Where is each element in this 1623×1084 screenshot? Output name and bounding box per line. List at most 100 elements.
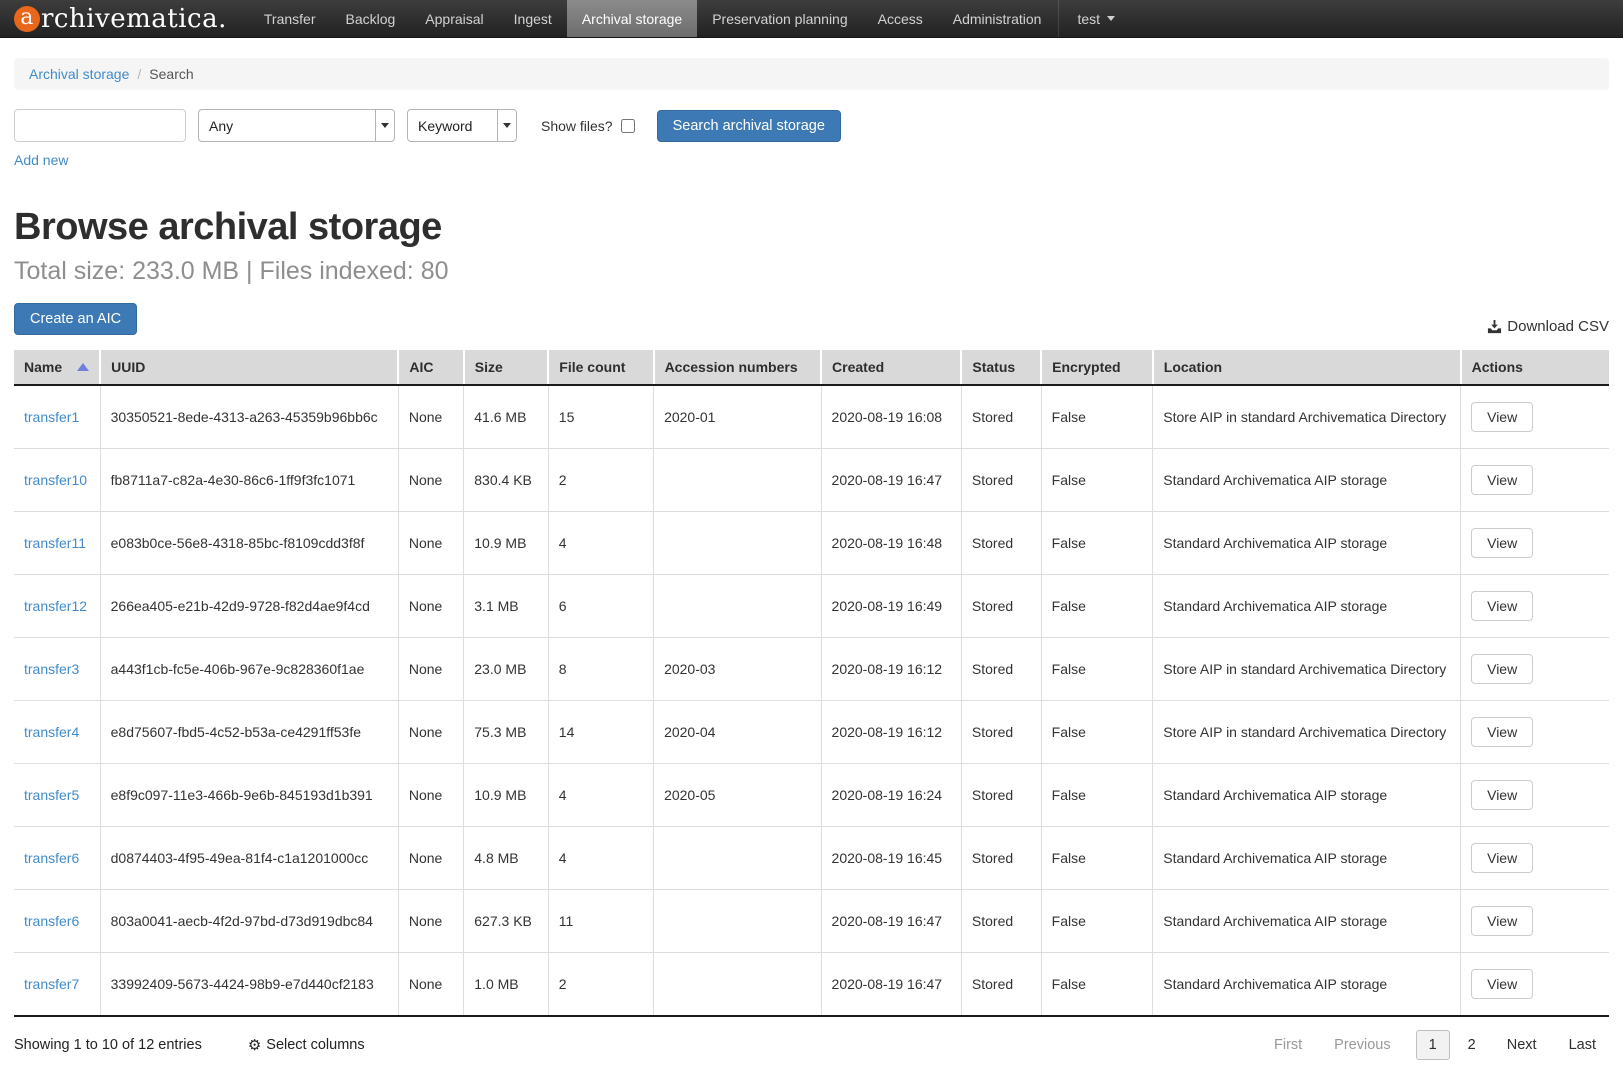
size-cell: 3.1 MB xyxy=(464,575,549,638)
created-cell: 2020-08-19 16:24 xyxy=(821,764,961,827)
view-button[interactable]: View xyxy=(1471,591,1533,621)
created-cell: 2020-08-19 16:45 xyxy=(821,827,961,890)
uuid-cell: d0874403-4f95-49ea-81f4-c1a1201000cc xyxy=(100,827,398,890)
actions-cell: View xyxy=(1461,701,1609,764)
actions-cell: View xyxy=(1461,764,1609,827)
download-icon xyxy=(1487,319,1502,334)
transfer-link[interactable]: transfer5 xyxy=(24,787,79,803)
breadcrumb-archival-storage-link[interactable]: Archival storage xyxy=(29,66,129,82)
select-dropdown-button[interactable] xyxy=(375,110,394,141)
aic-cell: None xyxy=(398,449,463,512)
view-button[interactable]: View xyxy=(1471,465,1533,495)
location-cell: Standard Archivematica AIP storage xyxy=(1153,953,1461,1017)
column-header-name[interactable]: Name xyxy=(14,350,100,385)
aic-cell: None xyxy=(398,385,463,449)
navbar: archivematica. TransferBacklogAppraisalI… xyxy=(0,0,1623,38)
user-menu[interactable]: test xyxy=(1058,0,1133,37)
add-new-link[interactable]: Add new xyxy=(14,152,68,168)
search-archival-storage-button[interactable]: Search archival storage xyxy=(657,110,841,142)
transfer-link[interactable]: transfer4 xyxy=(24,724,79,740)
pagination-page-2[interactable]: 2 xyxy=(1456,1031,1488,1059)
transfer-link[interactable]: transfer6 xyxy=(24,913,79,929)
nav-item-backlog[interactable]: Backlog xyxy=(330,0,410,37)
download-csv-link[interactable]: Download CSV xyxy=(1487,318,1609,335)
uuid-cell: e8d75607-fbd5-4c52-b53a-ce4291ff53fe xyxy=(100,701,398,764)
nav-item-archival-storage[interactable]: Archival storage xyxy=(567,0,697,37)
view-button[interactable]: View xyxy=(1471,969,1533,999)
sort-ascending-icon xyxy=(77,363,89,371)
location-cell: Standard Archivematica AIP storage xyxy=(1153,890,1461,953)
column-header-accession-numbers[interactable]: Accession numbers xyxy=(654,350,821,385)
download-csv-text: Download CSV xyxy=(1507,318,1609,335)
pagination-last[interactable]: Last xyxy=(1556,1031,1609,1059)
pagination-pages: 12 xyxy=(1410,1030,1488,1060)
search-input[interactable] xyxy=(14,109,186,142)
pagination-first[interactable]: First xyxy=(1261,1031,1315,1059)
nav-item-appraisal[interactable]: Appraisal xyxy=(410,0,498,37)
view-button[interactable]: View xyxy=(1471,528,1533,558)
status-cell: Stored xyxy=(961,512,1041,575)
transfer-link[interactable]: transfer6 xyxy=(24,850,79,866)
transfer-link[interactable]: transfer7 xyxy=(24,976,79,992)
view-button[interactable]: View xyxy=(1471,402,1533,432)
pagination-previous[interactable]: Previous xyxy=(1321,1031,1403,1059)
nav-item-access[interactable]: Access xyxy=(863,0,938,37)
pagination-next[interactable]: Next xyxy=(1494,1031,1550,1059)
table-footer: Showing 1 to 10 of 12 entries ⚙ Select c… xyxy=(14,1030,1609,1084)
size-cell: 627.3 KB xyxy=(464,890,549,953)
file-count-cell: 8 xyxy=(548,638,653,701)
select-columns-text: Select columns xyxy=(266,1037,364,1053)
nav-item-administration[interactable]: Administration xyxy=(938,0,1057,37)
created-cell: 2020-08-19 16:47 xyxy=(821,449,961,512)
column-header-created[interactable]: Created xyxy=(821,350,961,385)
created-cell: 2020-08-19 16:47 xyxy=(821,953,961,1017)
aic-cell: None xyxy=(398,953,463,1017)
caret-down-icon xyxy=(503,123,511,128)
column-header-encrypted[interactable]: Encrypted xyxy=(1041,350,1153,385)
column-header-label: Name xyxy=(24,359,62,375)
page-summary: Total size: 233.0 MB | Files indexed: 80 xyxy=(14,257,1609,286)
transfer-link[interactable]: transfer12 xyxy=(24,598,87,614)
nav-item-transfer[interactable]: Transfer xyxy=(249,0,331,37)
column-header-size[interactable]: Size xyxy=(464,350,549,385)
transfer-link[interactable]: transfer1 xyxy=(24,409,79,425)
page-title: Browse archival storage xyxy=(14,206,1609,249)
view-button[interactable]: View xyxy=(1471,843,1533,873)
column-header-location[interactable]: Location xyxy=(1153,350,1461,385)
search-field-select[interactable]: Any xyxy=(198,109,395,142)
logo-a-icon: a xyxy=(14,6,40,32)
select-dropdown-button[interactable] xyxy=(497,110,516,141)
nav-item-ingest[interactable]: Ingest xyxy=(499,0,567,37)
transfer-link[interactable]: transfer3 xyxy=(24,661,79,677)
accession-numbers-cell xyxy=(654,827,821,890)
select-columns-button[interactable]: ⚙ Select columns xyxy=(248,1037,365,1053)
view-button[interactable]: View xyxy=(1471,906,1533,936)
column-header-file-count[interactable]: File count xyxy=(548,350,653,385)
create-aic-button[interactable]: Create an AIC xyxy=(14,303,137,335)
transfer-link[interactable]: transfer10 xyxy=(24,472,87,488)
aic-cell: None xyxy=(398,890,463,953)
accession-numbers-cell: 2020-04 xyxy=(654,701,821,764)
view-button[interactable]: View xyxy=(1471,717,1533,747)
show-files-checkbox[interactable] xyxy=(621,119,635,133)
view-button[interactable]: View xyxy=(1471,654,1533,684)
name-cell: transfer3 xyxy=(14,638,100,701)
column-header-uuid[interactable]: UUID xyxy=(100,350,398,385)
nav-item-preservation-planning[interactable]: Preservation planning xyxy=(697,0,862,37)
table-row: transfer10fb8711a7-c82a-4e30-86c6-1ff9f3… xyxy=(14,449,1609,512)
status-cell: Stored xyxy=(961,890,1041,953)
name-cell: transfer10 xyxy=(14,449,100,512)
table-header-row: Name UUIDAIC Size File countAccession numbe… xyxy=(14,350,1609,385)
archivematica-logo[interactable]: archivematica. xyxy=(0,0,249,37)
column-header-status[interactable]: Status xyxy=(961,350,1041,385)
created-cell: 2020-08-19 16:48 xyxy=(821,512,961,575)
location-cell: Standard Archivematica AIP storage xyxy=(1153,512,1461,575)
transfer-link[interactable]: transfer11 xyxy=(24,535,86,551)
encrypted-cell: False xyxy=(1041,953,1153,1017)
column-header-aic[interactable]: AIC xyxy=(398,350,463,385)
search-type-select[interactable]: Keyword xyxy=(407,109,517,142)
column-header-actions[interactable]: Actions xyxy=(1461,350,1609,385)
pagination-page-1[interactable]: 1 xyxy=(1416,1030,1450,1060)
column-header-label: Size xyxy=(475,359,503,375)
view-button[interactable]: View xyxy=(1471,780,1533,810)
